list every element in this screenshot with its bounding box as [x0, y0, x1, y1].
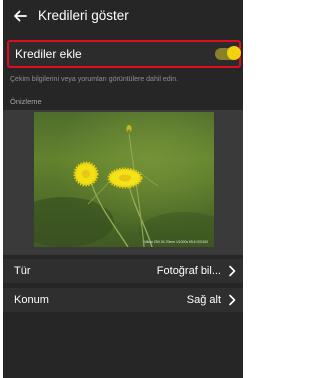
preview-panel: Nikon Z5II 24-70mm 1/1000s f/5.6 ISO100: [3, 110, 243, 255]
top-app-bar: Kredileri göster: [3, 0, 243, 32]
credits-toggle-row[interactable]: Krediler ekle: [7, 40, 241, 68]
preview-heading: Önizleme: [10, 97, 42, 106]
device-frame: Kredileri göster Krediler ekle Çekim bil…: [0, 0, 246, 378]
toggle-knob: [227, 46, 241, 60]
credit-position-label: Konum: [14, 294, 49, 306]
preview-photo: Nikon Z5II 24-70mm 1/1000s f/5.6 ISO100: [34, 112, 214, 247]
credit-type-value: Fotoğraf bil...: [156, 265, 221, 277]
credit-type-row[interactable]: Tür Fotoğraf bil...: [3, 259, 243, 283]
credit-position-row[interactable]: Konum Sağ alt: [3, 288, 243, 312]
app-screen: Kredileri göster Krediler ekle Çekim bil…: [3, 0, 243, 378]
credit-type-label: Tür: [14, 265, 31, 277]
photo-credit-text: Nikon Z5II 24-70mm 1/1000s f/5.6 ISO100: [144, 240, 208, 244]
credits-description: Çekim bilgilerini veya yorumları görüntü…: [10, 76, 179, 83]
page-title: Kredileri göster: [38, 8, 129, 23]
arrow-left-icon[interactable]: [11, 7, 29, 25]
credits-toggle-label: Krediler ekle: [15, 47, 82, 61]
chevron-right-icon: [229, 294, 236, 306]
chevron-right-icon: [229, 265, 236, 277]
credits-toggle-switch[interactable]: [215, 46, 241, 60]
credit-position-value: Sağ alt: [186, 294, 221, 306]
